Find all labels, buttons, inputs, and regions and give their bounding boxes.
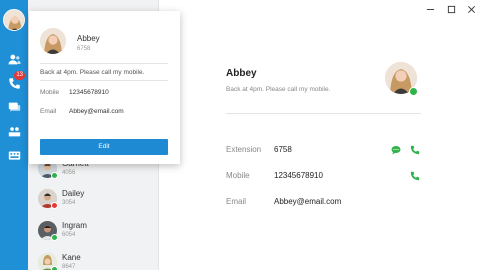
profile-name: Abbey	[77, 34, 100, 43]
close-button[interactable]	[466, 4, 476, 14]
contact-name: Kane	[62, 253, 81, 262]
contact-extension: 8647	[62, 264, 76, 270]
email-value: Abbey@email.com	[69, 108, 124, 115]
profile-card: Abbey 6758 Back at 4pm. Please call my m…	[29, 11, 180, 164]
avatar	[40, 28, 66, 54]
minimize-button[interactable]	[425, 4, 435, 14]
contact-extension: 3054	[62, 200, 76, 206]
edit-button[interactable]: Edit	[40, 139, 168, 155]
divider	[40, 63, 168, 64]
mobile-label: Mobile	[40, 89, 60, 96]
divider	[226, 113, 421, 114]
presence-dot	[51, 172, 58, 179]
keypad-icon[interactable]	[6, 147, 22, 163]
email-value[interactable]: Abbey@email.com	[274, 197, 341, 206]
contact-name: Ingram	[62, 221, 87, 230]
presence-dot	[51, 202, 58, 209]
missed-calls-badge: 13	[14, 71, 25, 80]
meeting-icon[interactable]	[6, 123, 22, 139]
email-label: Email	[226, 197, 247, 206]
extension-label: Extension	[226, 145, 262, 154]
divider	[40, 80, 168, 81]
contact-detail-name: Abbey	[226, 68, 257, 79]
extension-value: 6758	[274, 145, 292, 154]
mobile-label: Mobile	[226, 171, 250, 180]
presence-dot	[51, 234, 58, 241]
contact-extension: 4056	[62, 170, 76, 176]
app-window: 13 Garnett 4056 Dailey 3054	[0, 0, 481, 270]
presence-dot	[51, 266, 58, 270]
contact-name: Dailey	[62, 189, 85, 198]
call-icon[interactable]	[409, 144, 421, 156]
chat-icon[interactable]	[6, 99, 22, 115]
contact-detail-status: Back at 4pm. Please call my mobile.	[226, 86, 331, 93]
contact-item-ingram[interactable]: Ingram 6054	[28, 219, 159, 245]
nav-rail: 13	[0, 0, 28, 270]
profile-extension: 6758	[77, 46, 91, 52]
contact-extension: 6054	[62, 232, 76, 238]
status-message: Back at 4pm. Please call my mobile.	[40, 69, 145, 76]
presence-dot	[409, 87, 418, 96]
contact-item-dailey[interactable]: Dailey 3054	[28, 187, 159, 213]
call-icon[interactable]	[409, 170, 421, 182]
my-avatar[interactable]	[3, 9, 25, 31]
mobile-value: 12345678910	[274, 171, 323, 180]
maximize-button[interactable]	[446, 4, 456, 14]
contact-item-kane[interactable]: Kane 8647	[28, 251, 159, 270]
mobile-value: 12345678910	[69, 89, 109, 96]
calls-icon[interactable]: 13	[6, 71, 25, 91]
contacts-icon[interactable]	[6, 51, 22, 67]
chat-icon[interactable]	[390, 144, 402, 156]
email-label: Email	[40, 108, 57, 115]
